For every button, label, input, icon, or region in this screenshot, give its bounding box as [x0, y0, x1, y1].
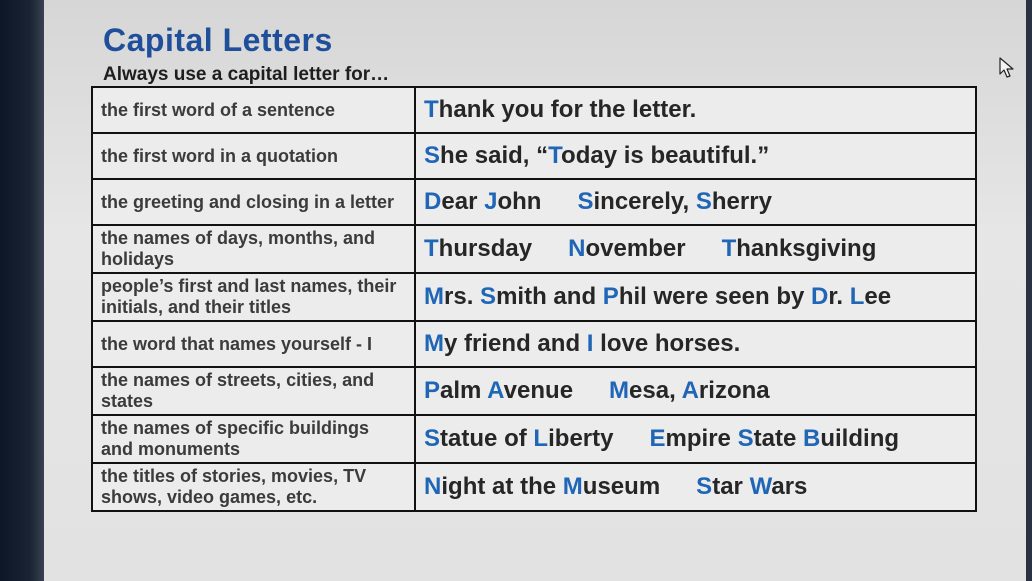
rule-text: the titles of stories, movies, TV shows,…: [91, 462, 416, 512]
rule-row: the greeting and closing in a letter Dear…: [91, 178, 977, 226]
rule-row: the titles of stories, movies, TV shows,…: [91, 462, 977, 512]
example-cell: She said, “Today is beautiful.”: [414, 132, 977, 180]
rule-text: the word that names yourself - I: [91, 320, 416, 368]
example-text: Sincerely, Sherry: [577, 188, 772, 215]
rule-row: the names of streets, cities, and states…: [91, 366, 977, 416]
rule-text: the first word in a quotation: [91, 132, 416, 180]
monitor-bezel-left: [0, 0, 44, 581]
monitor-bezel-right: [1026, 0, 1032, 581]
mouse-pointer-icon: [999, 57, 1014, 78]
example-cell: Thursday November Thanksgiving: [414, 224, 977, 274]
example-text: November: [568, 235, 686, 262]
rule-row: the first word in a quotation She said, “…: [91, 132, 977, 180]
example-text: Palm Avenue: [424, 377, 574, 404]
rule-text: the names of specific buildings and monu…: [91, 414, 416, 464]
rule-text: the names of days, months, and holidays: [91, 224, 416, 274]
capital-letter-rules-table: the first word of a sentence Thank you fo…: [91, 86, 977, 512]
example-text: She said, “Today is beautiful.”: [424, 142, 770, 169]
example-text: Night at the Museum: [424, 473, 661, 500]
rule-text: the greeting and closing in a letter: [91, 178, 416, 226]
rule-text: the first word of a sentence: [91, 86, 416, 134]
page-subtitle: Always use a capital letter for…: [103, 64, 390, 85]
example-text: Mesa, Arizona: [609, 377, 770, 404]
example-cell: Thank you for the letter.: [414, 86, 977, 134]
rule-row: the word that names yourself - I My frien…: [91, 320, 977, 368]
example-text: Thank you for the letter.: [424, 96, 697, 123]
example-cell: My friend and I love horses.: [414, 320, 977, 368]
example-text: Dear John: [424, 188, 542, 215]
rule-row: the first word of a sentence Thank you fo…: [91, 86, 977, 134]
example-cell: Mrs. Smith and Phil were seen by Dr. Lee: [414, 272, 977, 322]
example-cell: Statue of Liberty Empire State Building: [414, 414, 977, 464]
example-text: Empire State Building: [649, 425, 900, 452]
example-cell: Dear John Sincerely, Sherry: [414, 178, 977, 226]
example-cell: Palm Avenue Mesa, Arizona: [414, 366, 977, 416]
page-title: Capital Letters: [103, 22, 333, 58]
screen: Capital Letters Always use a capital let…: [44, 0, 1026, 581]
rule-row: the names of specific buildings and monu…: [91, 414, 977, 464]
rule-text: people’s first and last names, their ini…: [91, 272, 416, 322]
rule-row: people’s first and last names, their ini…: [91, 272, 977, 322]
example-text: Thursday: [424, 235, 533, 262]
example-text: Statue of Liberty: [424, 425, 614, 452]
example-text: Star Wars: [696, 473, 808, 500]
rule-text: the names of streets, cities, and states: [91, 366, 416, 416]
example-text: My friend and I love horses.: [424, 330, 741, 357]
rule-row: the names of days, months, and holidays T…: [91, 224, 977, 274]
example-cell: Night at the Museum Star Wars: [414, 462, 977, 512]
example-text: Mrs. Smith and Phil were seen by Dr. Lee: [424, 283, 892, 310]
example-text: Thanksgiving: [721, 235, 877, 262]
